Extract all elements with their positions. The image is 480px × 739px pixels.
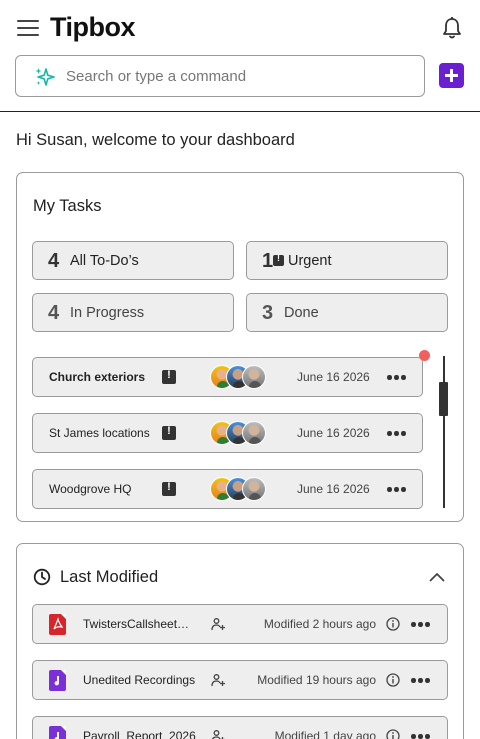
- urgent-icon: [162, 369, 176, 384]
- stat-count: 3: [262, 302, 274, 324]
- stat-count: 4: [48, 302, 60, 324]
- info-icon[interactable]: [386, 729, 400, 739]
- scrollbar-thumb[interactable]: [439, 382, 448, 416]
- task-date: June 16 2026: [297, 426, 370, 440]
- stat-label: Done: [284, 305, 319, 321]
- sparkle-icon: [35, 68, 55, 86]
- top-bar: Tipbox: [0, 0, 480, 56]
- stat-all-todos[interactable]: 4 All To-Do’s: [32, 241, 234, 280]
- stat-count: 4: [48, 250, 60, 272]
- menu-icon[interactable]: [17, 19, 39, 37]
- assignee-avatars[interactable]: [210, 421, 270, 447]
- task-date: June 16 2026: [297, 370, 370, 384]
- chevron-up-icon[interactable]: [429, 572, 445, 582]
- stat-label: Urgent: [288, 253, 332, 269]
- last-modified-title: Last Modified: [60, 568, 159, 586]
- file-name: Unedited Recordings: [83, 673, 196, 687]
- share-user-icon[interactable]: [211, 617, 225, 631]
- clock-icon: [33, 568, 51, 586]
- my-tasks-title: My Tasks: [33, 197, 102, 215]
- stat-urgent[interactable]: 1 Urgent: [246, 241, 448, 280]
- info-icon[interactable]: [386, 673, 400, 687]
- task-row[interactable]: Church exteriors June 16 2026: [32, 357, 423, 397]
- stat-label: All To-Do’s: [70, 253, 139, 269]
- stat-done[interactable]: 3 Done: [246, 293, 448, 332]
- stat-label: In Progress: [70, 305, 145, 321]
- share-user-icon[interactable]: [211, 673, 225, 687]
- media-file-icon: [49, 670, 66, 691]
- file-row[interactable]: TwistersCallsheet_... Modified 2 hours a…: [32, 604, 448, 644]
- notification-dot: [419, 350, 430, 361]
- file-name: Payroll_Report_2026: [83, 729, 196, 739]
- urgent-icon: [162, 425, 176, 440]
- file-row[interactable]: Payroll_Report_2026 Modified 1 day ago: [32, 716, 448, 739]
- media-file-icon: [49, 726, 66, 739]
- header-divider: [0, 111, 480, 112]
- stat-in-progress[interactable]: 4 In Progress: [32, 293, 234, 332]
- avatar: [242, 365, 266, 389]
- task-row[interactable]: Woodgrove HQ June 16 2026: [32, 469, 423, 509]
- more-options-icon[interactable]: [387, 487, 407, 493]
- app-logo[interactable]: Tipbox: [50, 12, 136, 43]
- more-options-icon[interactable]: [411, 678, 431, 684]
- assignee-avatars[interactable]: [210, 365, 270, 391]
- more-options-icon[interactable]: [387, 375, 407, 381]
- task-row[interactable]: St James locations June 16 2026: [32, 413, 423, 453]
- stat-count: 1: [262, 250, 274, 272]
- bell-icon[interactable]: [441, 16, 463, 40]
- my-tasks-card: My Tasks 4 All To-Do’s 1 Urgent 4 In Pro…: [16, 172, 464, 522]
- task-name: Church exteriors: [49, 370, 146, 384]
- file-modified-time: Modified 1 day ago: [274, 729, 376, 739]
- info-icon[interactable]: [386, 617, 400, 631]
- urgent-icon: [273, 253, 284, 266]
- task-name: St James locations: [49, 426, 150, 440]
- pdf-file-icon: [49, 614, 66, 635]
- file-row[interactable]: Unedited Recordings Modified 19 hours ag…: [32, 660, 448, 700]
- more-options-icon[interactable]: [411, 734, 431, 739]
- welcome-message: Hi Susan, welcome to your dashboard: [16, 131, 295, 149]
- search-input[interactable]: [66, 64, 416, 88]
- urgent-icon: [162, 481, 176, 496]
- share-user-icon[interactable]: [211, 729, 225, 739]
- assignee-avatars[interactable]: [210, 477, 270, 503]
- file-modified-time: Modified 2 hours ago: [263, 617, 376, 631]
- file-modified-time: Modified 19 hours ago: [257, 673, 376, 687]
- task-date: June 16 2026: [297, 482, 370, 496]
- add-button[interactable]: [439, 63, 464, 88]
- avatar: [242, 421, 266, 445]
- file-name: TwistersCallsheet_...: [83, 617, 193, 631]
- last-modified-card: Last Modified TwistersCallsheet_... Modi…: [16, 543, 464, 739]
- task-name: Woodgrove HQ: [49, 482, 132, 496]
- more-options-icon[interactable]: [387, 431, 407, 437]
- search-bar: [15, 55, 425, 97]
- avatar: [242, 477, 266, 501]
- more-options-icon[interactable]: [411, 622, 431, 628]
- scrollbar-track[interactable]: [443, 356, 445, 508]
